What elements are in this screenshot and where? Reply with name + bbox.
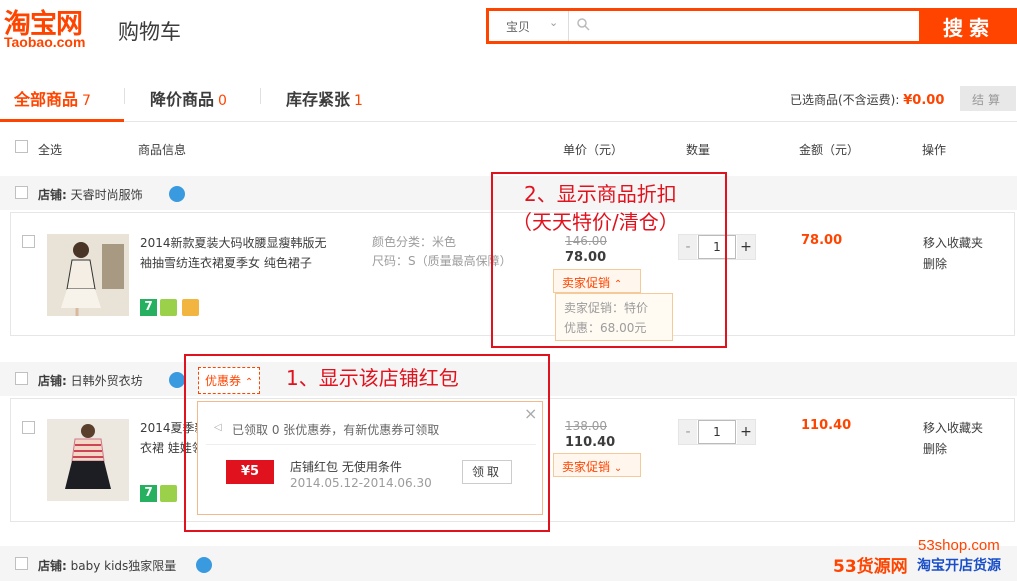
column-select-all: 全选 (38, 143, 63, 157)
shop-label-prefix: 店铺: (38, 188, 67, 202)
search-icon (577, 18, 590, 31)
search-category-label: 宝贝 (506, 20, 531, 34)
tab-price-drop[interactable]: 降价商品 0 (150, 86, 227, 110)
unit-price: 110.40 (565, 435, 616, 450)
shop-name-text: 天睿时尚服饰 (70, 188, 143, 202)
selected-summary-amount: ¥0.00 (903, 93, 945, 108)
product-title-line: 2014新款夏装大码收腰显瘦韩版无 (140, 236, 327, 250)
shop-name[interactable]: 店铺: 日韩外贸衣坊 (38, 372, 143, 389)
tab-label: 降价商品 (150, 90, 215, 109)
column-quantity: 数量 (686, 143, 711, 157)
tab-all-items[interactable]: 全部商品 7 (14, 86, 91, 110)
item-total: 78.00 (801, 233, 843, 248)
annotation-discount-line2: （天天特价/清仓） (512, 210, 679, 234)
taobao-logo-text: Taobao.com (4, 34, 86, 50)
quantity-decrease-button[interactable]: - (679, 420, 697, 444)
item-operations: 移入收藏夹 删除 (923, 233, 983, 275)
guarantee-icon (160, 299, 177, 316)
item-operations: 移入收藏夹 删除 (923, 418, 983, 460)
annotation-coupon: 1、显示该店铺红包 (286, 366, 459, 390)
selected-summary-label: 已选商品(不含运费): (790, 93, 900, 107)
watermark-brand: 53货源网 (833, 557, 908, 577)
quantity-increase-button[interactable]: + (737, 420, 755, 444)
wangwang-chat-icon[interactable] (169, 186, 185, 202)
shop-checkbox[interactable] (15, 186, 28, 199)
shop-name-text: baby kids独家限量 (70, 559, 177, 573)
quantity-increase-button[interactable]: + (737, 235, 755, 259)
move-to-favorites-link[interactable]: 移入收藏夹 (923, 418, 983, 439)
tab-divider (260, 88, 261, 104)
guarantee-icon (160, 485, 177, 502)
item-checkbox[interactable] (22, 421, 35, 434)
delete-link[interactable]: 删除 (923, 439, 983, 460)
move-to-favorites-link[interactable]: 移入收藏夹 (923, 233, 983, 254)
product-title-line: 袖抽雪纺连衣裙夏季女 纯色裙子 (140, 256, 312, 270)
shop-name[interactable]: 店铺: 天睿时尚服饰 (38, 186, 143, 203)
item-total: 110.40 (801, 418, 852, 433)
column-operations: 操作 (922, 143, 947, 157)
column-amount: 金额（元） (799, 143, 860, 157)
annotation-discount-line1: 2、显示商品折扣 (524, 182, 677, 206)
wangwang-chat-icon[interactable] (196, 557, 212, 573)
shop-label-prefix: 店铺: (38, 559, 67, 573)
seven-day-return-icon: 7 (140, 485, 157, 502)
tab-count: 7 (82, 93, 91, 109)
shop-label-prefix: 店铺: (38, 374, 67, 388)
original-price: 138.00 (565, 419, 607, 433)
search-button[interactable]: 搜索 (921, 8, 1017, 44)
tab-count: 0 (218, 93, 227, 109)
chevron-down-icon: ⌄ (549, 16, 559, 29)
column-unit-price: 单价（元） (563, 143, 624, 157)
product-thumbnail[interactable] (47, 419, 129, 501)
checkout-button[interactable]: 结算 (960, 86, 1016, 111)
column-item-info: 商品信息 (138, 143, 187, 157)
search-input[interactable] (597, 13, 917, 39)
tab-label: 库存紧张 (286, 90, 351, 109)
quantity-stepper: - 1 + (678, 419, 756, 445)
seven-day-return-icon: 7 (140, 299, 157, 316)
tab-count: 1 (354, 93, 363, 109)
active-tab-indicator (0, 119, 124, 122)
selected-summary: 已选商品(不含运费): ¥0.00 (790, 91, 944, 108)
tab-low-stock[interactable]: 库存紧张 1 (286, 86, 363, 110)
chevron-down-icon: ⌄ (613, 463, 623, 474)
search-bar: 宝贝 ⌄ (486, 8, 922, 44)
watermark-url: 53shop.com (918, 537, 1000, 554)
credit-card-icon (182, 299, 199, 316)
product-thumbnail[interactable] (47, 234, 129, 316)
tab-divider (124, 88, 125, 104)
tab-label: 全部商品 (14, 90, 79, 109)
search-category-select[interactable]: 宝贝 ⌄ (489, 11, 569, 41)
tab-divider-line (0, 121, 1017, 122)
product-title[interactable]: 2014新款夏装大码收腰显瘦韩版无 袖抽雪纺连衣裙夏季女 纯色裙子 (140, 233, 327, 273)
seller-promo-toggle[interactable]: 卖家促销 ⌄ (553, 453, 641, 477)
shop-checkbox[interactable] (15, 557, 28, 570)
select-all-checkbox[interactable] (15, 140, 28, 153)
watermark-slogan: 淘宝开店货源 (917, 558, 1001, 574)
wangwang-chat-icon[interactable] (169, 372, 185, 388)
shop-name[interactable]: 店铺: baby kids独家限量 (38, 557, 176, 574)
page-title: 购物车 (118, 20, 181, 44)
shop-name-text: 日韩外贸衣坊 (70, 374, 143, 388)
quantity-input[interactable]: 1 (698, 420, 736, 444)
promo-label: 卖家促销 (562, 460, 611, 474)
shop-checkbox[interactable] (15, 372, 28, 385)
item-checkbox[interactable] (22, 235, 35, 248)
delete-link[interactable]: 删除 (923, 254, 983, 275)
